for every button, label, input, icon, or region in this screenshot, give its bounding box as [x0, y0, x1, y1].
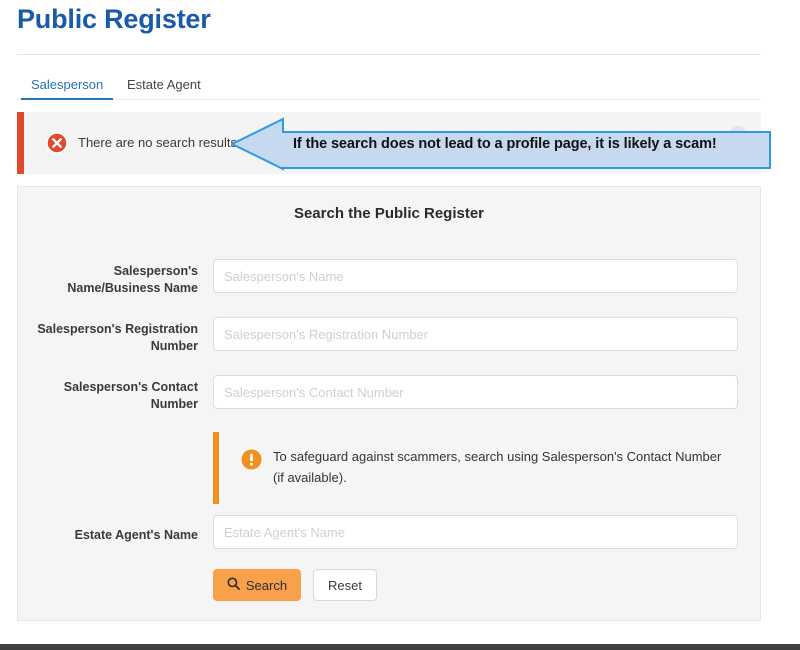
reset-button[interactable]: Reset: [313, 569, 377, 601]
reset-button-label: Reset: [328, 577, 362, 593]
public-register-page: Public Register Salesperson Estate Agent…: [0, 0, 800, 650]
alert-accent-bar: [17, 112, 24, 174]
search-button-label: Search: [245, 577, 288, 593]
tab-salesperson[interactable]: Salesperson: [21, 72, 114, 100]
footer-bar: [0, 644, 800, 650]
field-label: Salesperson's Registration Number: [37, 322, 198, 353]
search-icon: [227, 577, 240, 593]
field-salesperson-contact-number: Salesperson's Contact Number: [18, 375, 760, 411]
form-title: Search the Public Register: [293, 205, 485, 222]
tab-estate-agent[interactable]: Estate Agent: [117, 72, 211, 100]
exclamation-circle-icon: [241, 449, 262, 470]
callout-text: If the search does not lead to a profile…: [293, 136, 717, 152]
error-circle-icon: [46, 132, 68, 154]
safeguard-note: To safeguard against scammers, search us…: [213, 432, 738, 504]
salesperson-contact-number-input[interactable]: [213, 375, 738, 409]
search-form-panel: Search the Public Register Salesperson's…: [17, 186, 761, 621]
note-accent-bar: [213, 432, 219, 504]
scam-warning-callout: If the search does not lead to a profile…: [231, 117, 771, 171]
page-title: Public Register: [17, 4, 211, 34]
estate-agent-name-input[interactable]: [213, 515, 738, 549]
tab-bar: Salesperson Estate Agent: [17, 72, 761, 101]
title-divider: [17, 54, 761, 55]
alert-message: There are no search results: [78, 135, 237, 150]
field-salesperson-registration-number: Salesperson's Registration Number: [18, 317, 760, 353]
note-text: To safeguard against scammers, search us…: [273, 449, 722, 485]
salesperson-name-input[interactable]: [213, 259, 738, 293]
search-button[interactable]: Search: [213, 569, 301, 601]
field-estate-agent-name: Estate Agent's Name: [18, 515, 760, 551]
field-salesperson-name: Salesperson's Name/Business Name: [18, 259, 760, 295]
field-label: Salesperson's Contact Number: [63, 380, 198, 411]
field-label: Salesperson's Name/Business Name: [67, 264, 198, 295]
field-label: Estate Agent's Name: [74, 528, 198, 542]
salesperson-registration-number-input[interactable]: [213, 317, 738, 351]
